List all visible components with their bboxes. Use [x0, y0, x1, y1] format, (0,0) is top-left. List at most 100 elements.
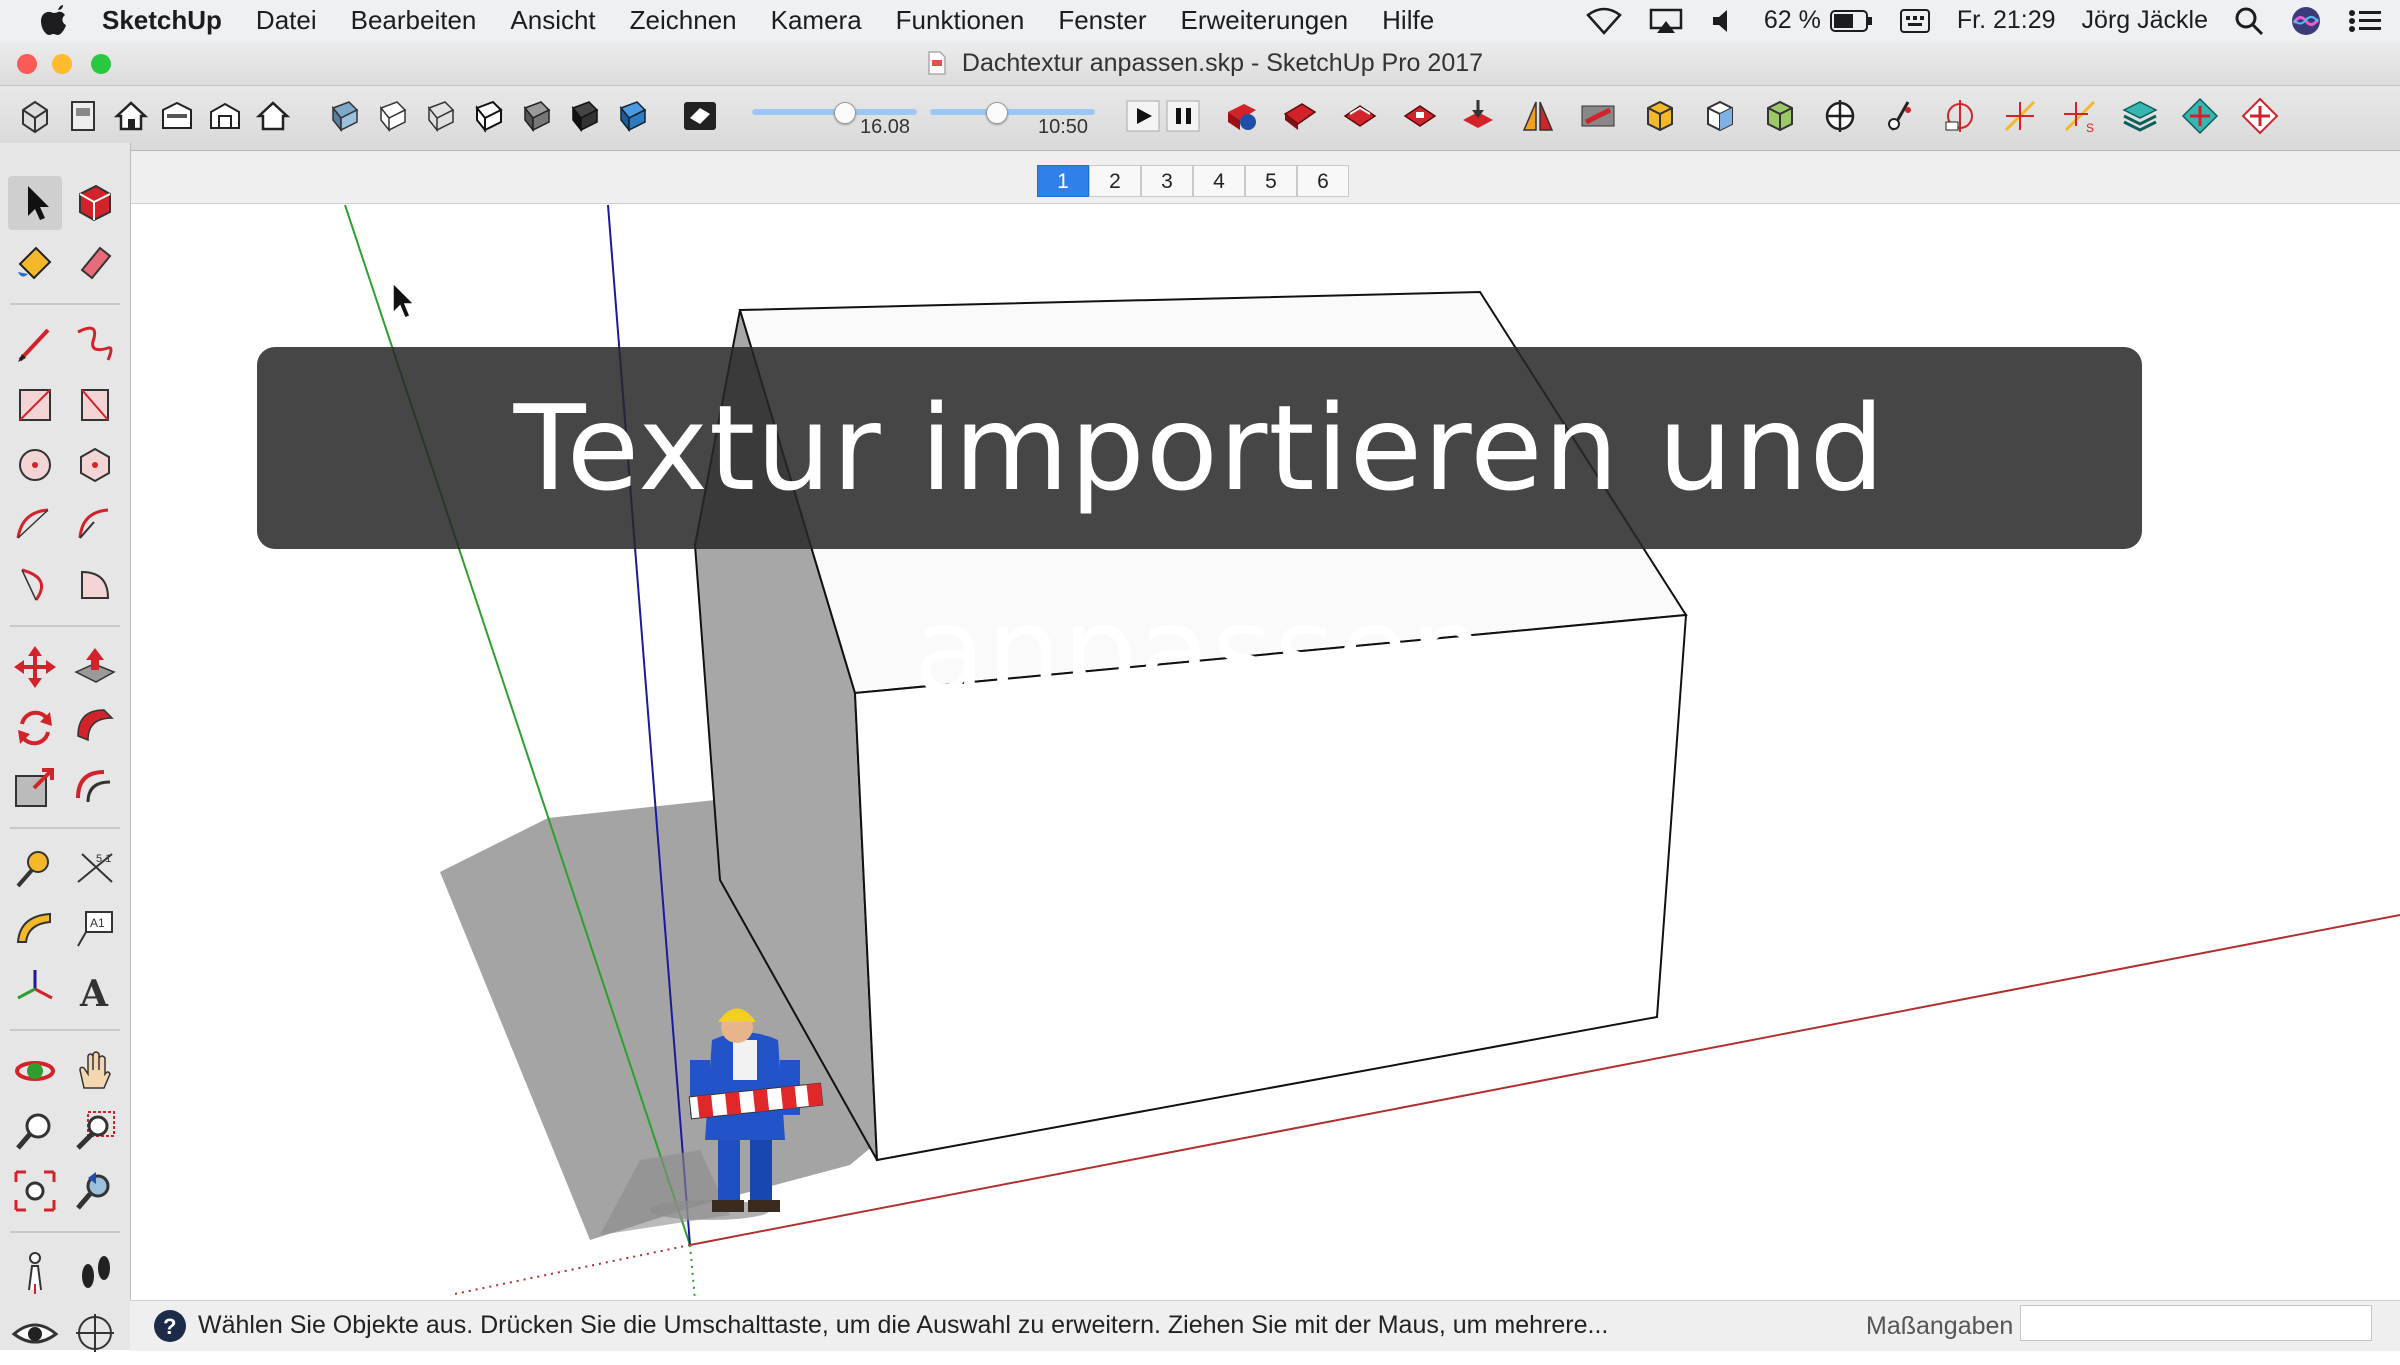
battery-icon[interactable] [1829, 8, 1873, 34]
select-tool-icon[interactable] [8, 176, 62, 230]
menu-fenster[interactable]: Fenster [1058, 5, 1146, 36]
shaded-style-icon[interactable] [517, 96, 557, 136]
shadow-time-slider-track[interactable] [930, 109, 1095, 115]
stamp-icon[interactable] [1400, 96, 1440, 136]
freehand-tool-icon[interactable] [68, 318, 122, 372]
text-tool-icon[interactable]: A1 [68, 902, 122, 956]
mirror-icon[interactable] [1518, 96, 1558, 136]
sandbox-from-contours-icon[interactable] [1222, 96, 1262, 136]
notification-center-icon[interactable] [2348, 7, 2382, 35]
hidden-line-style-icon[interactable] [469, 96, 509, 136]
scene-tab-6[interactable]: 6 [1297, 165, 1349, 197]
pause-animation-icon[interactable] [1164, 96, 1200, 136]
scene-tab-3[interactable]: 3 [1141, 165, 1193, 197]
walk-tool-icon[interactable] [68, 1246, 122, 1300]
scale-tool-icon[interactable] [8, 760, 62, 814]
spotlight-search-icon[interactable] [2234, 6, 2264, 36]
scene-tab-1[interactable]: 1 [1037, 165, 1089, 197]
dimension-tool-icon[interactable]: 5.1 [68, 842, 122, 896]
two-point-arc-icon[interactable] [68, 498, 122, 552]
menu-bearbeiten[interactable]: Bearbeiten [351, 5, 477, 36]
push-pull-icon[interactable] [68, 640, 122, 694]
flip-along-icon[interactable] [1578, 96, 1618, 136]
line-tool-icon[interactable] [8, 318, 62, 372]
pan-hand-icon[interactable] [68, 1044, 122, 1098]
axes-tool-icon[interactable] [8, 962, 62, 1016]
scene-tab-5[interactable]: 5 [1245, 165, 1297, 197]
pie-tool-icon[interactable] [68, 558, 122, 612]
house-outline-icon[interactable] [253, 96, 293, 136]
wireframe-style-icon[interactable] [421, 96, 461, 136]
arc-tool-icon[interactable] [8, 498, 62, 552]
extension-warehouse-icon[interactable] [205, 96, 245, 136]
solid-union-icon[interactable] [1760, 96, 1800, 136]
zoom-tool-icon[interactable] [8, 1104, 62, 1158]
rotate-tool-icon[interactable] [8, 700, 62, 754]
add-point-outline-icon[interactable] [2240, 96, 2280, 136]
keyboard-icon[interactable] [1899, 7, 1931, 35]
look-around-icon[interactable] [1880, 96, 1920, 136]
polygon-tool-icon[interactable] [68, 438, 122, 492]
menu-hilfe[interactable]: Hilfe [1382, 5, 1434, 36]
measurements-input[interactable] [2020, 1305, 2372, 1341]
layers-icon[interactable] [2120, 96, 2160, 136]
zoom-window-icon[interactable] [68, 1104, 122, 1158]
shadow-date-slider-knob[interactable] [834, 102, 857, 124]
camera-angle-icon[interactable] [1940, 96, 1980, 136]
scene-tab-2[interactable]: 2 [1089, 165, 1141, 197]
help-icon[interactable]: ? [152, 1308, 188, 1344]
position-camera-icon[interactable] [1820, 96, 1860, 136]
apple-icon[interactable] [38, 4, 68, 36]
menu-datei[interactable]: Datei [256, 5, 317, 36]
home-view-icon[interactable] [111, 96, 151, 136]
shadow-time-slider-knob[interactable] [986, 102, 1008, 124]
menu-erweiterungen[interactable]: Erweiterungen [1180, 5, 1348, 36]
open-file-icon[interactable] [63, 96, 103, 136]
orbit-tool-icon[interactable] [8, 1044, 62, 1098]
add-point-icon[interactable] [2180, 96, 2220, 136]
monochrome-style-icon[interactable] [613, 96, 653, 136]
xray-style-icon[interactable] [325, 96, 365, 136]
solid-outer-shell-icon[interactable] [1640, 96, 1680, 136]
offset-tool-icon[interactable] [68, 760, 122, 814]
look-around-tool-icon[interactable] [8, 1306, 62, 1360]
axes-star-s-icon[interactable]: S [2060, 96, 2100, 136]
sandbox-from-scratch-icon[interactable] [1280, 96, 1320, 136]
follow-me-icon[interactable] [68, 700, 122, 754]
tape-measure-icon[interactable] [8, 842, 62, 896]
back-edges-style-icon[interactable] [373, 96, 413, 136]
play-animation-icon[interactable] [1124, 96, 1160, 136]
shaded-textures-style-icon[interactable] [565, 96, 605, 136]
drape-icon[interactable] [1458, 96, 1498, 136]
previous-view-icon[interactable] [68, 1164, 122, 1218]
axes-star-icon[interactable] [2000, 96, 2040, 136]
rectangle-tool-icon[interactable] [8, 378, 62, 432]
eraser-icon[interactable] [68, 236, 122, 290]
rotated-rectangle-icon[interactable] [68, 378, 122, 432]
menu-app-name[interactable]: SketchUp [102, 5, 222, 36]
menubar-clock[interactable]: Fr. 21:29 [1957, 6, 2056, 35]
circle-tool-icon[interactable] [8, 438, 62, 492]
menu-ansicht[interactable]: Ansicht [510, 5, 595, 36]
menu-kamera[interactable]: Kamera [771, 5, 862, 36]
3d-text-icon[interactable]: A [68, 962, 122, 1016]
component-icon[interactable] [15, 96, 55, 136]
wifi-icon[interactable] [1586, 7, 1622, 35]
three-point-arc-icon[interactable] [8, 558, 62, 612]
airplay-icon[interactable] [1648, 7, 1684, 35]
position-camera-tool-icon[interactable] [8, 1246, 62, 1300]
volume-icon[interactable] [1710, 7, 1738, 35]
warehouse-icon[interactable] [157, 96, 197, 136]
move-tool-icon[interactable] [8, 640, 62, 694]
scene-tab-4[interactable]: 4 [1193, 165, 1245, 197]
protractor-icon[interactable] [8, 902, 62, 956]
solid-intersect-icon[interactable] [1700, 96, 1740, 136]
make-component-icon[interactable] [68, 176, 122, 230]
siri-icon[interactable] [2290, 5, 2322, 37]
zoom-extents-icon[interactable] [8, 1164, 62, 1218]
shadows-toggle-icon[interactable] [680, 96, 720, 136]
menu-funktionen[interactable]: Funktionen [896, 5, 1025, 36]
smoove-icon[interactable] [1340, 96, 1380, 136]
paint-bucket-icon[interactable] [8, 236, 62, 290]
menubar-user[interactable]: Jörg Jäckle [2082, 6, 2208, 35]
